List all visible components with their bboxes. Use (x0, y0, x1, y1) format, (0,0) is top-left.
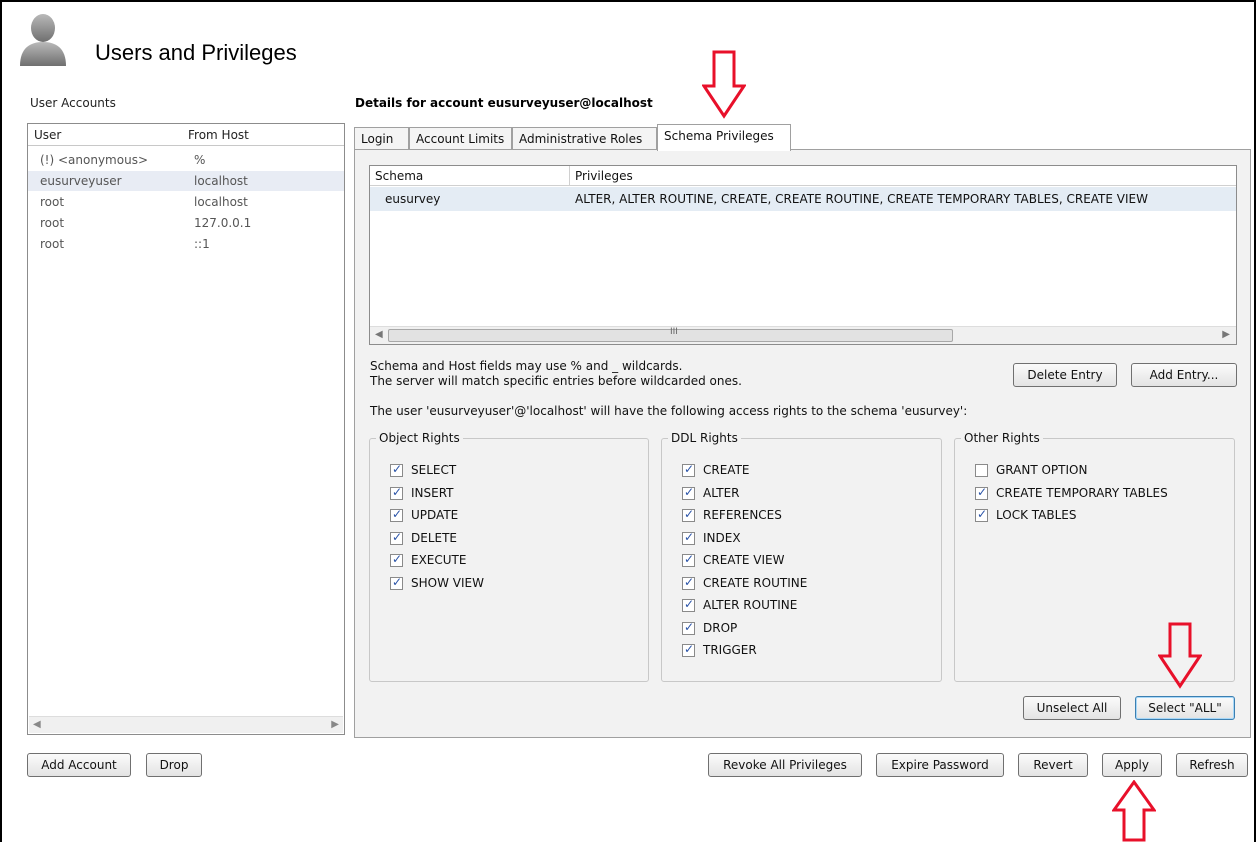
checkbox-label: ALTER (703, 485, 740, 500)
account-user: eusurveyuser (40, 174, 122, 188)
schema-privileges-table[interactable]: Schema Privileges eusurvey ALTER, ALTER … (369, 165, 1237, 345)
column-header-from-host[interactable]: From Host (188, 128, 249, 142)
checkbox-unchecked-icon[interactable] (975, 464, 988, 477)
checkbox-checked-icon[interactable] (390, 485, 403, 500)
access-rights-note: The user 'eusurveyuser'@'localhost' will… (370, 404, 968, 418)
checkbox-checked-icon[interactable] (682, 530, 695, 545)
checkbox-checked-icon[interactable] (682, 507, 695, 522)
checkbox-label: CREATE TEMPORARY TABLES (996, 485, 1168, 500)
add-entry-button[interactable]: Add Entry... (1131, 363, 1237, 387)
annotation-arrow-up-icon (1112, 780, 1156, 842)
checkbox-label: CREATE (703, 463, 750, 477)
checkbox-checked-icon[interactable] (390, 462, 403, 477)
scroll-left-icon[interactable]: ◀ (375, 329, 383, 340)
refresh-button[interactable]: Refresh (1176, 753, 1248, 777)
scroll-left-icon[interactable]: ◀ (33, 719, 41, 730)
account-host: ::1 (194, 237, 210, 251)
account-row[interactable]: (!) <anonymous> % (28, 150, 344, 170)
checkbox-label: GRANT OPTION (996, 463, 1088, 477)
privileges-cell[interactable]: ALTER, ALTER ROUTINE, CREATE, CREATE ROU… (570, 188, 1236, 210)
checkbox-checked-icon[interactable] (682, 642, 695, 657)
account-user: (!) <anonymous> (40, 153, 148, 167)
tab-administrative-roles[interactable]: Administrative Roles (512, 127, 657, 150)
wildcard-note-line-1: Schema and Host fields may use % and _ w… (370, 359, 683, 373)
ddl-rights-group: DDL Rights CREATE ALTER REFERENCES INDEX CRE… (661, 431, 942, 682)
accounts-horizontal-scrollbar[interactable]: ◀ ▶ (29, 716, 343, 733)
checkbox-checked-icon[interactable] (390, 507, 403, 522)
checkbox-checked-icon[interactable] (975, 507, 988, 522)
checkbox-checked-icon[interactable] (390, 530, 403, 545)
annotation-arrow-down-icon (1158, 622, 1202, 689)
apply-button[interactable]: Apply (1102, 753, 1162, 777)
delete-entry-button[interactable]: Delete Entry (1013, 363, 1117, 387)
checkbox-label: CREATE ROUTINE (703, 575, 808, 590)
schema-table-horizontal-scrollbar[interactable]: ◀ III ▶ (370, 326, 1236, 344)
object-rights-group: Object Rights SELECT INSERT UPDATE DELETE EX… (369, 431, 649, 682)
schema-cell[interactable]: eusurvey (380, 188, 560, 210)
add-account-button[interactable]: Add Account (27, 753, 131, 777)
checkbox-label: INDEX (703, 530, 741, 545)
tab-account-limits[interactable]: Account Limits (409, 127, 512, 150)
checkbox-checked-icon[interactable] (390, 552, 403, 567)
details-title: Details for account eusurveyuser@localho… (355, 96, 653, 110)
checkbox-checked-icon[interactable] (975, 485, 988, 500)
column-header-privileges[interactable]: Privileges (570, 166, 1236, 186)
checkbox-label: SHOW VIEW (411, 575, 484, 590)
checkbox-label: ALTER ROUTINE (703, 598, 798, 612)
user-accounts-label: User Accounts (30, 96, 116, 110)
annotation-arrow-down-icon (702, 50, 746, 119)
checkbox-checked-icon[interactable] (682, 575, 695, 590)
checkbox-label: REFERENCES (703, 508, 782, 522)
revoke-all-privileges-button[interactable]: Revoke All Privileges (708, 753, 862, 777)
checkbox-checked-icon[interactable] (682, 485, 695, 500)
checkbox-checked-icon[interactable] (390, 575, 403, 590)
expire-password-button[interactable]: Expire Password (876, 753, 1004, 777)
checkbox-label: EXECUTE (411, 553, 467, 567)
checkbox-checked-icon[interactable] (682, 462, 695, 477)
checkbox-label: DELETE (411, 530, 458, 545)
ddl-rights-title: DDL Rights (668, 431, 741, 445)
account-row[interactable]: root ::1 (28, 234, 344, 254)
account-host: 127.0.0.1 (194, 216, 252, 230)
checkbox-checked-icon[interactable] (682, 620, 695, 635)
tab-schema-privileges[interactable]: Schema Privileges (657, 124, 791, 151)
column-header-schema[interactable]: Schema (370, 166, 570, 186)
account-host: localhost (194, 195, 248, 209)
wildcard-note-line-2: The server will match specific entries b… (370, 374, 742, 388)
scroll-right-icon[interactable]: ▶ (1222, 329, 1230, 340)
user-avatar-icon (20, 14, 66, 66)
checkbox-label: CREATE VIEW (703, 553, 785, 567)
scroll-right-icon[interactable]: ▶ (331, 719, 339, 730)
column-header-user[interactable]: User (34, 128, 61, 142)
page-title: Users and Privileges (95, 40, 297, 65)
checkbox-label: LOCK TABLES (996, 508, 1077, 522)
checkbox-checked-icon[interactable] (682, 552, 695, 567)
account-row[interactable]: root localhost (28, 192, 344, 212)
scroll-grip: III (670, 327, 678, 337)
other-rights-title: Other Rights (961, 431, 1043, 445)
checkbox-label: DROP (703, 620, 738, 635)
user-accounts-list[interactable]: User From Host (!) <anonymous> % eusurve… (27, 123, 345, 735)
checkbox-label: INSERT (411, 485, 454, 500)
account-user: root (40, 237, 65, 251)
revert-button[interactable]: Revert (1018, 753, 1088, 777)
account-row[interactable]: root 127.0.0.1 (28, 213, 344, 233)
checkbox-label: TRIGGER (703, 643, 757, 657)
checkbox-label: UPDATE (411, 508, 459, 522)
drop-button[interactable]: Drop (146, 753, 202, 777)
account-user: root (40, 195, 65, 209)
account-host: % (194, 153, 206, 167)
account-host: localhost (194, 174, 248, 188)
checkbox-label: SELECT (411, 463, 457, 477)
account-user: root (40, 216, 65, 230)
accounts-list-header: User From Host (28, 124, 344, 146)
account-row-selected[interactable]: eusurveyuser localhost (28, 171, 344, 191)
unselect-all-button[interactable]: Unselect All (1023, 696, 1121, 720)
tab-login[interactable]: Login (354, 127, 409, 150)
object-rights-title: Object Rights (376, 431, 463, 445)
select-all-button[interactable]: Select "ALL" (1135, 696, 1235, 720)
checkbox-checked-icon[interactable] (682, 597, 695, 612)
